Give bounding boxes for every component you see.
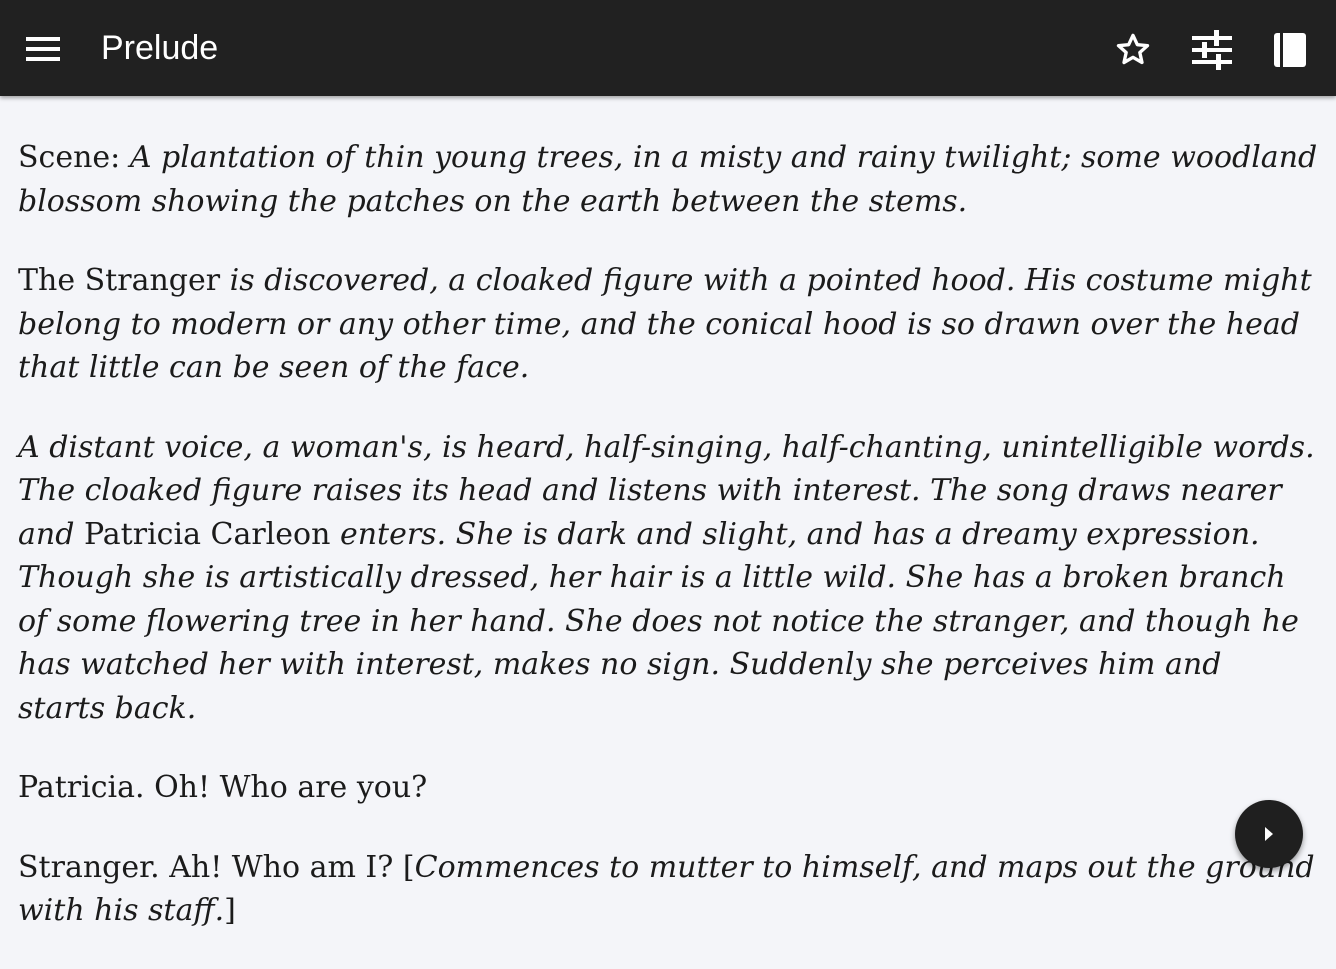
page-title: Prelude	[101, 29, 219, 67]
bracket-close: ]	[224, 893, 236, 928]
settings-button[interactable]	[1190, 28, 1234, 72]
star-outline-icon	[1116, 33, 1150, 65]
favorite-button[interactable]	[1111, 28, 1155, 72]
dialogue-patricia: Patricia. Oh! Who are you?	[18, 770, 428, 805]
stage-direction-stranger: The Stranger is discovered, a cloaked fi…	[18, 259, 1318, 390]
stage-direction-scene: Scene: A plantation of thin young trees,…	[18, 136, 1318, 223]
scene-label: Scene:	[18, 140, 130, 175]
reading-content: Scene: A plantation of thin young trees,…	[18, 136, 1318, 969]
character-name-stranger: The Stranger	[18, 263, 221, 298]
menu-icon	[26, 37, 60, 61]
chevron-right-icon	[1265, 827, 1273, 841]
menu-button[interactable]	[22, 28, 64, 70]
dialogue-stranger: Stranger. Ah! Who am I? [Commences to mu…	[18, 846, 1318, 933]
character-name-patricia: Patricia Carleon	[83, 516, 331, 552]
scene-description: A plantation of thin young trees, in a m…	[18, 140, 1318, 219]
stage-direction-patricia: A distant voice, a woman's, is heard, ha…	[18, 426, 1318, 731]
next-page-button[interactable]	[1235, 800, 1303, 868]
reading-mode-button[interactable]	[1268, 28, 1312, 72]
book-icon	[1274, 33, 1306, 67]
dialogue-stranger-text: Stranger. Ah! Who am I? [	[18, 849, 415, 885]
tune-icon	[1192, 30, 1232, 70]
app-bar: Prelude	[0, 0, 1336, 96]
